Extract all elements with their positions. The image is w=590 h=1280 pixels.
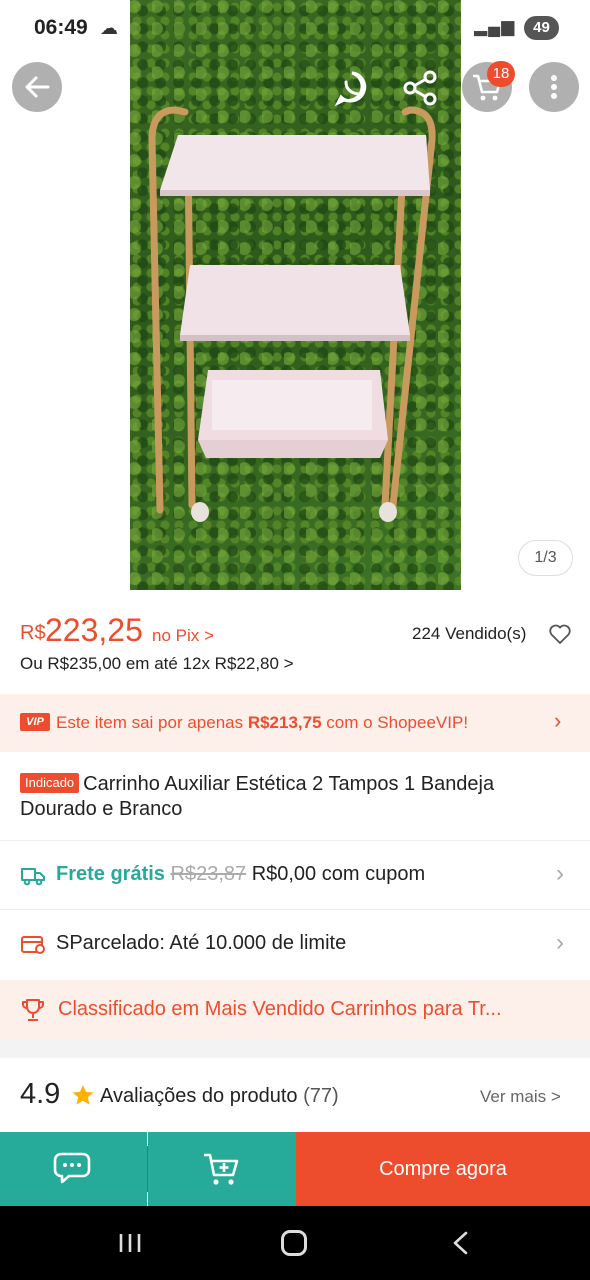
credit-row[interactable]: SParcelado: Até 10.000 de limite ›	[0, 911, 590, 977]
more-options-button[interactable]	[529, 62, 579, 112]
product-title-text: Carrinho Auxiliar Estética 2 Tampos 1 Ba…	[20, 773, 495, 820]
chat-button[interactable]	[0, 1132, 147, 1206]
vip-banner[interactable]: VIP Este item sai por apenas R$213,75 co…	[0, 694, 590, 752]
reviews-label: Avaliações do produto (77)	[100, 1085, 339, 1107]
add-to-cart-icon	[204, 1153, 239, 1185]
signal-icon: ▂▄▆	[474, 17, 516, 36]
chevron-right-icon: ›	[556, 860, 564, 887]
trophy-icon	[22, 999, 44, 1021]
star-icon	[72, 1085, 94, 1105]
see-more-link[interactable]: Ver mais >	[480, 1087, 561, 1107]
sold-count: 224 Vendido(s)	[412, 624, 527, 643]
system-nav-bar	[0, 1206, 590, 1280]
share-icon	[403, 70, 437, 106]
ranking-label: Classificado em Mais Vendido Carrinhos p…	[58, 998, 502, 1020]
price-currency: R$	[20, 622, 46, 644]
chat-icon	[53, 1152, 90, 1184]
section-gap	[0, 1040, 590, 1058]
more-vertical-icon	[551, 75, 557, 99]
back-button[interactable]	[12, 62, 62, 112]
ranking-banner[interactable]: Classificado em Mais Vendido Carrinhos p…	[0, 980, 590, 1040]
vip-badge: VIP	[20, 713, 50, 731]
vip-price: R$213,75	[247, 713, 322, 732]
home-icon[interactable]	[281, 1230, 307, 1256]
vip-text: Este item sai por apenas R$213,75 com o …	[56, 713, 469, 732]
heart-icon[interactable]	[548, 622, 572, 646]
arrow-left-icon	[25, 76, 50, 98]
divider	[0, 909, 590, 910]
shipping-label: Frete grátis R$23,87 R$0,00 com cupom	[56, 863, 426, 885]
rating-score: 4.9	[20, 1078, 61, 1110]
status-time: 06:49	[34, 16, 88, 39]
recommended-tag: Indicado	[20, 773, 80, 793]
bottom-action-bar: Compre agora	[0, 1132, 590, 1206]
price-row: R$ 223,25 no Pix > 224 Vendido(s)	[20, 612, 580, 652]
cart-count-badge: 18	[487, 61, 515, 87]
whatsapp-icon	[334, 71, 367, 107]
status-bar: 06:49 ☁ ▂▄▆ 49	[0, 0, 590, 56]
shipping-row[interactable]: Frete grátis R$23,87 R$0,00 com cupom ›	[0, 842, 590, 908]
product-title: Indicado Carrinho Auxiliar Estética 2 Tam…	[20, 772, 575, 822]
truck-icon	[21, 868, 45, 886]
cloud-icon: ☁	[100, 18, 118, 38]
back-nav-icon[interactable]	[450, 1231, 470, 1255]
credit-label: SParcelado: Até 10.000 de limite	[56, 932, 347, 954]
image-pager: 1/3	[518, 540, 573, 576]
chevron-right-icon: ›	[554, 708, 562, 733]
pix-link[interactable]: no Pix >	[152, 626, 214, 646]
installments-link[interactable]: Ou R$235,00 em até 12x R$22,80 >	[20, 654, 294, 674]
battery-indicator: 49	[524, 16, 559, 40]
buy-now-button[interactable]: Compre agora	[296, 1132, 590, 1206]
credit-card-icon	[21, 936, 45, 954]
share-button[interactable]	[398, 66, 442, 110]
recent-apps-icon[interactable]	[117, 1232, 143, 1254]
chevron-right-icon: ›	[556, 929, 564, 956]
add-to-cart-button[interactable]	[148, 1132, 296, 1206]
price-amount: 223,25	[45, 612, 143, 648]
divider	[0, 840, 590, 841]
reviews-header[interactable]: 4.9 Avaliações do produto (77) Ver mais …	[0, 1058, 590, 1132]
whatsapp-share-button[interactable]	[330, 66, 374, 110]
